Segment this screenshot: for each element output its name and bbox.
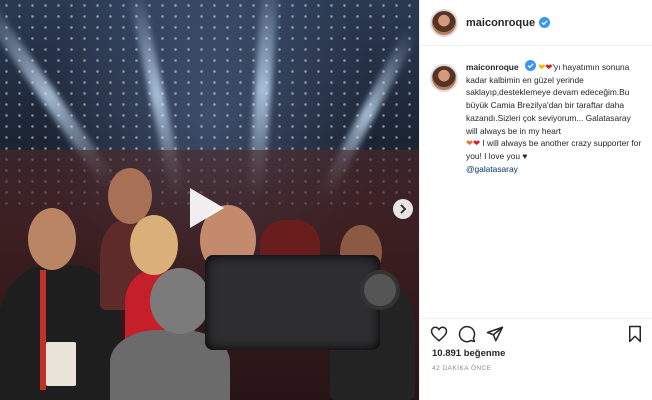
person-head (28, 208, 76, 270)
black-heart-icon: ♥ (522, 150, 528, 161)
accreditation-badge (46, 342, 76, 386)
caption-text-1: 'yı hayatımın sonuna kadar kalbimin en g… (466, 62, 631, 136)
username[interactable]: maiconroque (466, 17, 535, 29)
caption-username[interactable]: maiconroque (466, 62, 519, 72)
person-head (130, 215, 178, 275)
avatar[interactable] (430, 8, 458, 37)
post-video[interactable] (0, 0, 419, 400)
tv-camera (205, 255, 380, 350)
verified-badge-icon (539, 17, 551, 28)
caption-text-2: I will always be another crazy supporter… (466, 138, 642, 161)
comments-section: maiconroque ❤❤ 'yı hayatımın sonuna kadar… (420, 46, 652, 308)
caption-row: maiconroque ❤❤ 'yı hayatımın sonuna kadar… (430, 60, 643, 175)
heart-outline-icon[interactable] (430, 325, 448, 343)
action-bar (420, 318, 652, 348)
play-icon[interactable] (190, 188, 224, 228)
camera-lens (360, 270, 400, 310)
bookmark-icon[interactable] (626, 325, 644, 343)
orange-heart-icon: ❤ (466, 138, 474, 149)
post-panel: maiconroque maiconroque ❤❤ 'yı hayatımın … (419, 0, 652, 400)
avatar[interactable] (430, 64, 458, 92)
post-header: maiconroque (420, 0, 652, 46)
person-head (150, 268, 210, 334)
caption: maiconroque ❤❤ 'yı hayatımın sonuna kadar… (466, 60, 643, 175)
chevron-right-icon[interactable] (393, 199, 413, 219)
red-heart-icon: ❤ (473, 138, 481, 149)
verified-badge-icon (524, 60, 536, 71)
post-timestamp[interactable]: 42 DAKİKA ÖNCE (432, 365, 491, 372)
paper-plane-icon[interactable] (486, 325, 504, 343)
likes-count[interactable]: 10.891 beğenme (432, 348, 505, 359)
mention-link[interactable]: @galatasaray (466, 164, 518, 174)
comment-icon[interactable] (458, 325, 476, 343)
